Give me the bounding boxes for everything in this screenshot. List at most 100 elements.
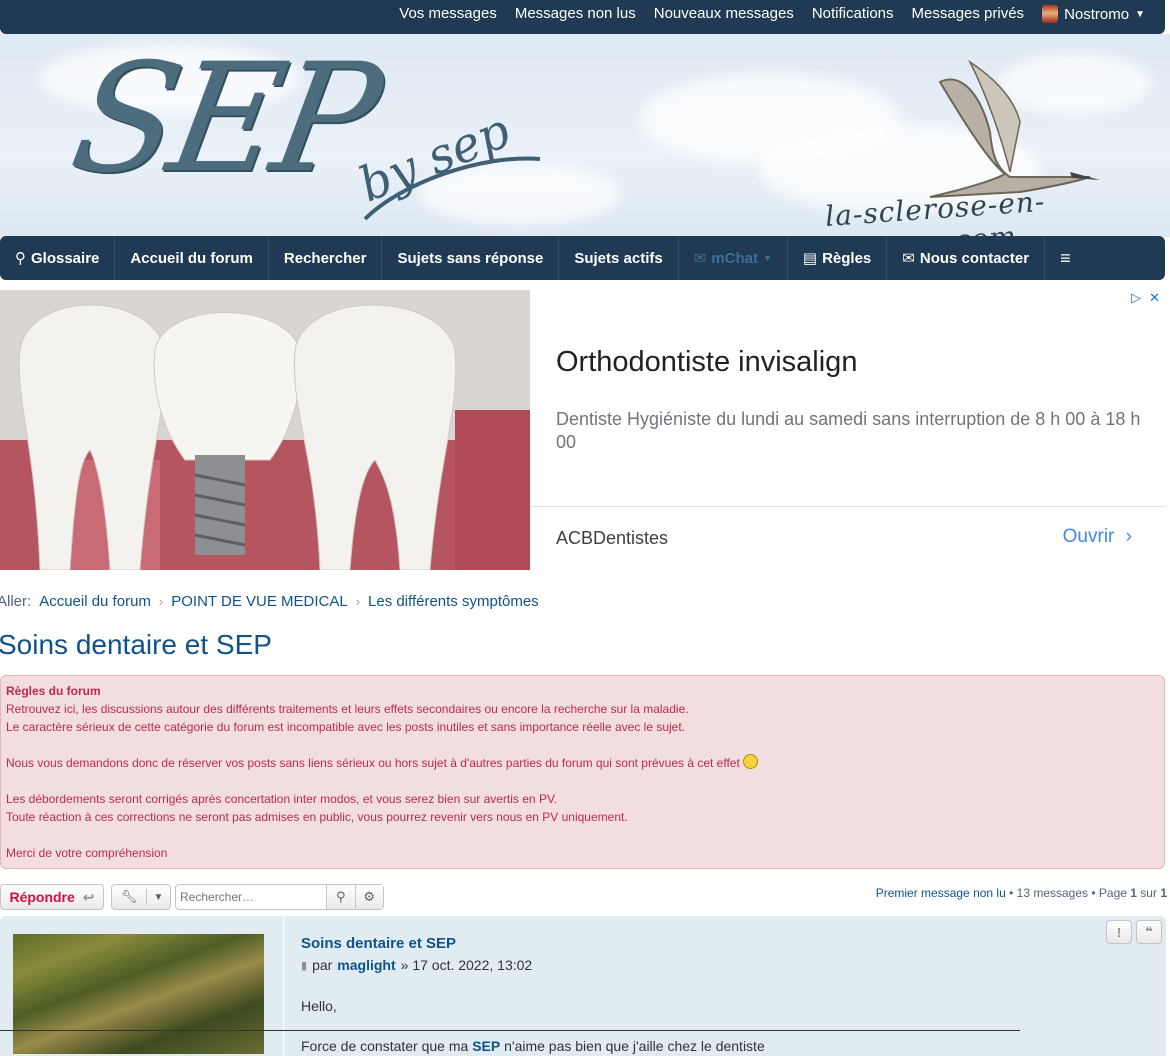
caret-down-icon: ▼ [153, 891, 164, 903]
reply-label: Répondre [9, 889, 75, 905]
post-title[interactable]: Soins dentaire et SEP [301, 935, 456, 952]
adchoices-icon[interactable]: ▷ [1131, 290, 1141, 306]
ad-open-label: Ouvrir [1062, 526, 1115, 547]
nav-accueil[interactable]: Accueil du forum [115, 236, 269, 280]
post-author[interactable]: maglight [337, 957, 395, 973]
rules-line-5: Toute réaction à ces corrections ne sero… [6, 810, 628, 824]
overlay-divider [0, 1030, 1020, 1031]
post-by: par [312, 957, 333, 973]
breadcrumb-prefix: Aller: [0, 593, 32, 610]
post-greeting: Hello, [301, 998, 337, 1014]
nav-mchat[interactable]: ✉ mChat ▼ [679, 236, 788, 280]
post-profile [0, 916, 284, 1056]
pagination-total: 1 [1160, 886, 1167, 900]
forum-rules-box: Règles du forum Retrouvez ici, les discu… [0, 675, 1165, 869]
post-date: » 17 oct. 2022, 13:02 [400, 957, 533, 973]
breadcrumb-point-de-vue-medical[interactable]: POINT DE VUE MEDICAL [171, 593, 347, 610]
link-messages-non-lus[interactable]: Messages non lus [515, 5, 636, 23]
search-icon[interactable]: ⚲ [326, 885, 355, 909]
teeth-illustration [0, 290, 530, 570]
envelope-icon: ✉ [902, 250, 915, 267]
post-author-line: ▮ par maglight » 17 oct. 2022, 13:02 [301, 957, 532, 973]
hamburger-menu-icon[interactable]: ≡ [1045, 236, 1086, 280]
user-menu[interactable]: Nostromo ▼ [1042, 5, 1145, 23]
post: Soins dentaire et SEP ▮ par maglight » 1… [0, 916, 1166, 1056]
file-icon[interactable]: ▮ [301, 959, 307, 972]
link-notifications[interactable]: Notifications [812, 5, 894, 23]
pagination-current: 1 [1130, 886, 1137, 900]
avatar[interactable] [13, 934, 264, 1054]
rules-line-3: Nous vous demandons donc de réserver vos… [6, 756, 740, 770]
caret-down-icon: ▼ [762, 253, 772, 263]
reply-button[interactable]: Répondre ↩ [0, 884, 104, 910]
site-banner[interactable]: SEP by sep la-sclerose-en-plaques.com [0, 34, 1170, 237]
book-icon: ▤ [802, 250, 818, 267]
nav-accueil-label: Accueil du forum [130, 249, 253, 267]
pagination-info: Premier message non lu • 13 messages • P… [876, 886, 1167, 900]
post-text-start: Force de constater que ma [301, 1038, 469, 1054]
rules-line-2: Le caractère sérieux de cette catégorie … [6, 720, 686, 734]
chat-icon: ✉ [693, 250, 707, 267]
breadcrumb: Aller: Accueil du forum › POINT DE VUE M… [0, 593, 539, 610]
wrench-icon: 🔧︎ [112, 889, 147, 905]
link-messages-prives[interactable]: Messages privés [912, 5, 1025, 23]
ad-advertiser: ACBDentistes [556, 528, 669, 548]
page-title[interactable]: Soins dentaire et SEP [0, 629, 272, 661]
ad-content: ▷ ✕ Orthodontiste invisalign Dentiste Hy… [530, 290, 1166, 570]
topic-search-box: ⚲ ⚙ [175, 884, 384, 910]
logo-swoosh [363, 156, 541, 221]
nav-rechercher[interactable]: Rechercher [269, 236, 383, 280]
rules-line-3-row: Nous vous demandons donc de réserver vos… [6, 754, 759, 772]
nav-sujets-sans-reponse[interactable]: Sujets sans réponse [382, 236, 560, 280]
topic-action-bar: Répondre ↩ 🔧︎ ▼ ⚲ ⚙ Premier message non … [0, 884, 1170, 910]
avatar [1042, 5, 1059, 23]
rules-line-1: Retrouvez ici, les discussions autour de… [6, 702, 689, 716]
ad-description: Dentiste Hygiéniste du lundi au samedi s… [556, 409, 1141, 452]
nav-contact[interactable]: ✉ Nous contacter [887, 236, 1046, 280]
nav-mchat-label: mChat [711, 249, 758, 267]
post-text-end: n'aime pas bien que j'aille chez le dent… [504, 1038, 765, 1054]
breadcrumb-accueil[interactable]: Accueil du forum [39, 593, 151, 610]
topic-tools-dropdown[interactable]: 🔧︎ ▼ [111, 884, 171, 910]
breadcrumb-symptomes[interactable]: Les différents symptômes [368, 593, 539, 610]
nav-rechercher-label: Rechercher [283, 249, 367, 267]
nav-contact-label: Nous contacter [919, 249, 1030, 267]
chevron-right-icon: › [1125, 526, 1132, 547]
nav-actifs-label: Sujets actifs [574, 249, 663, 267]
pagination-summary: • 13 messages • Page [1009, 886, 1127, 900]
quote-button[interactable]: ❝ [1136, 920, 1162, 944]
username: Nostromo [1064, 5, 1130, 23]
ad-title[interactable]: Orthodontiste invisalign [556, 346, 857, 379]
report-button[interactable]: ! [1106, 920, 1132, 944]
reply-icon: ↩ [82, 888, 95, 905]
search-input[interactable] [176, 885, 326, 909]
chevron-right-icon: › [355, 594, 361, 609]
ad-image-teeth[interactable] [0, 290, 530, 570]
gear-icon[interactable]: ⚙ [354, 885, 383, 909]
post-text: Force de constater que ma SEP n'aime pas… [301, 1038, 765, 1054]
post-text-bold: SEP [472, 1038, 501, 1054]
rules-line-6: Merci de votre compréhension [6, 846, 168, 860]
top-links: Vos messages Messages non lus Nouveaux m… [399, 5, 1145, 23]
nav-regles[interactable]: ▤ Règles [788, 236, 888, 280]
pagination-of: sur [1140, 886, 1157, 900]
first-unread-link[interactable]: Premier message non lu [876, 886, 1006, 900]
search-icon: ⚲ [15, 250, 26, 267]
nav-regles-label: Règles [822, 249, 872, 267]
close-icon[interactable]: ✕ [1149, 290, 1160, 306]
ad-choices[interactable]: ▷ ✕ [1131, 290, 1160, 306]
crane-bird-logo [929, 59, 1100, 198]
nav-sans-reponse-label: Sujets sans réponse [397, 249, 544, 267]
caret-down-icon: ▼ [1135, 8, 1145, 20]
wink-smiley-icon [743, 754, 759, 769]
link-nouveaux-messages[interactable]: Nouveaux messages [654, 5, 794, 23]
ad-open-button[interactable]: Ouvrir › [1063, 526, 1132, 548]
nav-sujets-actifs[interactable]: Sujets actifs [559, 236, 679, 280]
nav-glossaire[interactable]: ⚲ Glossaire [0, 236, 116, 280]
ad-divider [530, 506, 1166, 507]
nav-glossaire-label: Glossaire [31, 249, 100, 267]
link-vos-messages[interactable]: Vos messages [399, 5, 497, 23]
chevron-right-icon: › [158, 594, 164, 609]
advertisement[interactable]: ▷ ✕ Orthodontiste invisalign Dentiste Hy… [0, 290, 1166, 572]
logo-sep: SEP [60, 34, 387, 206]
